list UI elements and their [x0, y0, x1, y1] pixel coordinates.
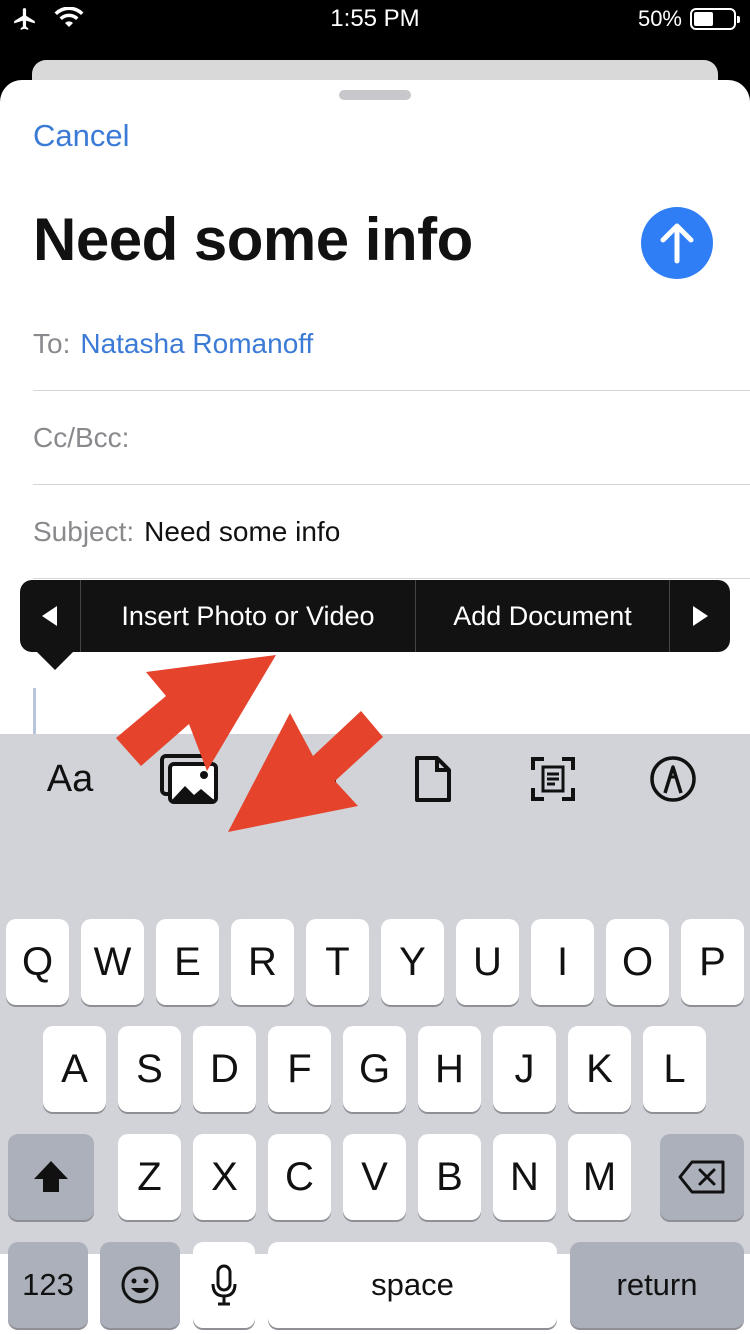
to-label: To:	[33, 327, 71, 359]
insert-photo-video-item[interactable]: Insert Photo or Video	[81, 580, 415, 652]
key-h[interactable]: H	[418, 1026, 481, 1112]
scan-document-icon	[531, 757, 575, 801]
callout-prev-button[interactable]	[20, 580, 80, 652]
key-u[interactable]: U	[456, 919, 519, 1005]
key-b[interactable]: B	[418, 1134, 481, 1220]
message-title: Need some info	[33, 206, 473, 273]
key-i[interactable]: I	[531, 919, 594, 1005]
key-k[interactable]: K	[568, 1026, 631, 1112]
key-n[interactable]: N	[493, 1134, 556, 1220]
key-d[interactable]: D	[193, 1026, 256, 1112]
key-c[interactable]: C	[268, 1134, 331, 1220]
document-icon	[415, 756, 451, 802]
subject-field[interactable]: Subject: Need some info	[33, 485, 750, 579]
cancel-button[interactable]: Cancel	[33, 118, 130, 154]
battery-percent: 50%	[637, 6, 682, 31]
shift-key[interactable]	[8, 1134, 94, 1220]
battery-icon	[690, 8, 740, 30]
send-button[interactable]	[641, 207, 713, 279]
camera-icon	[286, 760, 336, 799]
triangle-left-icon	[42, 606, 57, 626]
delete-key[interactable]	[660, 1134, 744, 1220]
arrow-up-icon	[660, 223, 694, 264]
status-right: 50%	[637, 6, 740, 32]
text-cursor	[33, 688, 36, 734]
emoji-icon	[121, 1266, 159, 1304]
text-format-button[interactable]: Aa	[35, 746, 105, 812]
markup-pen-icon	[650, 756, 696, 802]
key-a[interactable]: A	[43, 1026, 106, 1112]
sheet-grabber[interactable]	[339, 90, 411, 100]
key-o[interactable]: O	[606, 919, 669, 1005]
triangle-right-icon	[693, 606, 708, 626]
photo-library-icon	[160, 754, 218, 804]
key-w[interactable]: W	[81, 919, 144, 1005]
key-z[interactable]: Z	[118, 1134, 181, 1220]
key-e[interactable]: E	[156, 919, 219, 1005]
key-m[interactable]: M	[568, 1134, 631, 1220]
add-document-item[interactable]: Add Document	[416, 580, 669, 652]
key-l[interactable]: L	[643, 1026, 706, 1112]
key-j[interactable]: J	[493, 1026, 556, 1112]
shift-icon	[34, 1161, 68, 1192]
key-t[interactable]: T	[306, 919, 369, 1005]
camera-button[interactable]	[276, 746, 346, 812]
key-q[interactable]: Q	[6, 919, 69, 1005]
document-button[interactable]	[398, 746, 468, 812]
numbers-key[interactable]: 123	[8, 1242, 88, 1328]
photo-library-button[interactable]	[154, 746, 224, 812]
battery-fill	[694, 12, 713, 26]
key-r[interactable]: R	[231, 919, 294, 1005]
text-format-label: Aa	[46, 757, 94, 800]
cc-bcc-field[interactable]: Cc/Bcc:	[33, 391, 750, 485]
to-field[interactable]: To: Natasha Romanoff	[33, 297, 750, 391]
key-x[interactable]: X	[193, 1134, 256, 1220]
return-key[interactable]: return	[570, 1242, 744, 1328]
to-recipient[interactable]: Natasha Romanoff	[80, 328, 313, 360]
subject-label: Subject:	[33, 515, 135, 547]
dictation-key[interactable]	[193, 1242, 255, 1328]
emoji-key[interactable]	[100, 1242, 180, 1328]
callout-tail	[37, 652, 73, 670]
callout-menu: Insert Photo or Video Add Document	[20, 580, 730, 652]
microphone-icon	[211, 1264, 237, 1306]
key-g[interactable]: G	[343, 1026, 406, 1112]
cc-bcc-label: Cc/Bcc:	[33, 421, 130, 453]
key-p[interactable]: P	[681, 919, 744, 1005]
markup-button[interactable]	[638, 746, 708, 812]
format-toolbar: Aa	[0, 734, 750, 824]
callout-next-button[interactable]	[670, 580, 730, 652]
status-bar: 1:55 PM 50%	[0, 0, 750, 40]
space-key[interactable]: space	[268, 1242, 557, 1328]
key-v[interactable]: V	[343, 1134, 406, 1220]
key-s[interactable]: S	[118, 1026, 181, 1112]
key-y[interactable]: Y	[381, 919, 444, 1005]
scan-document-button[interactable]	[518, 746, 588, 812]
keyboard: Aa Q W E R T Y U I O P A S D F G H J K L…	[0, 734, 750, 1328]
backspace-icon	[678, 1160, 725, 1194]
key-f[interactable]: F	[268, 1026, 331, 1112]
subject-value[interactable]: Need some info	[144, 516, 340, 548]
